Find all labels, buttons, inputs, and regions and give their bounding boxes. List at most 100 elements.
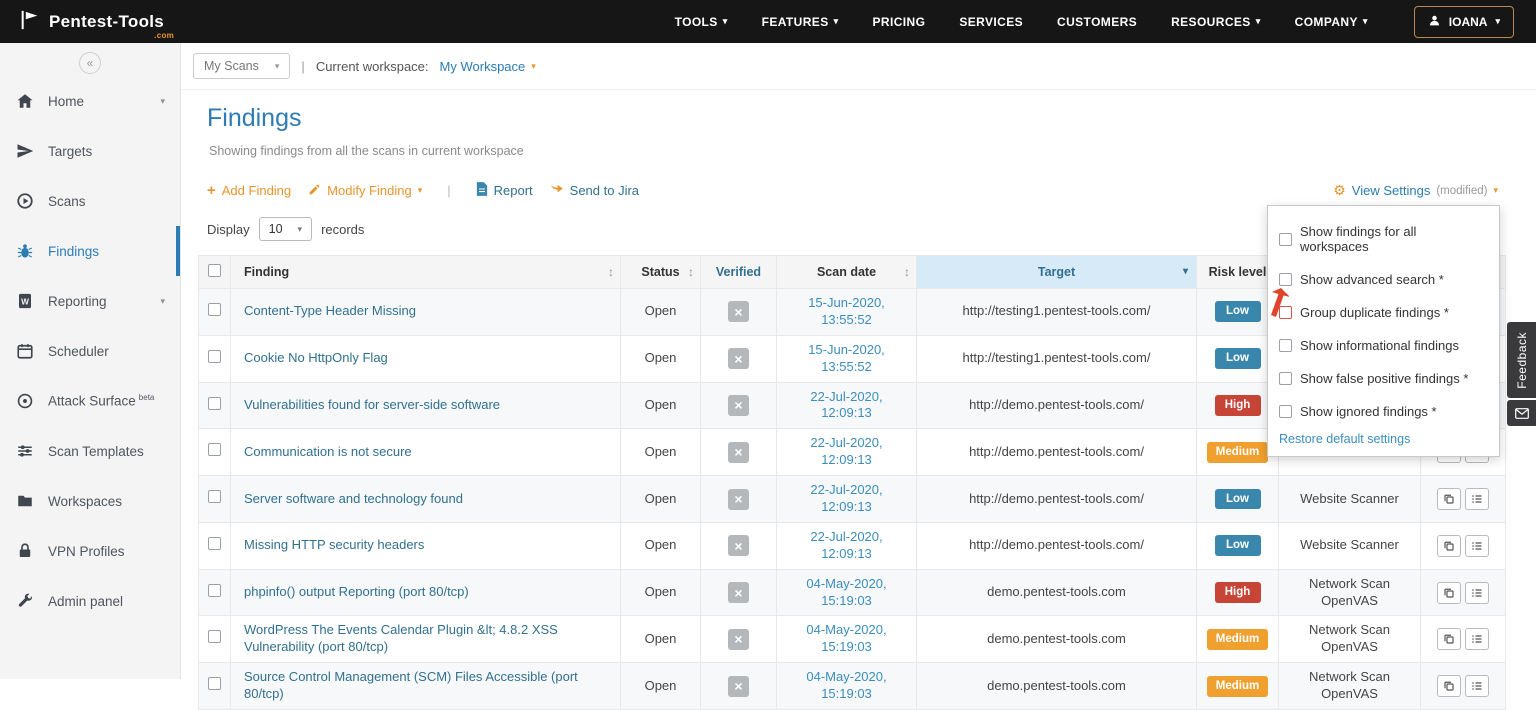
row-checkbox[interactable] (208, 443, 221, 456)
row-checkbox[interactable] (208, 677, 221, 690)
menu-item-show-ignored[interactable]: Show ignored findings * (1279, 395, 1488, 428)
menu-item-resources[interactable]: RESOURCES▾ (1171, 15, 1261, 29)
select-all-checkbox[interactable] (208, 264, 221, 277)
report-button[interactable]: Report (476, 182, 533, 199)
verified-toggle[interactable]: × (728, 629, 749, 650)
sidebar-item-vpn-profiles[interactable]: VPN Profiles (0, 526, 180, 576)
scan-date-link[interactable]: 22-Jul-2020, 12:09:13 (810, 435, 882, 467)
details-list-button[interactable] (1465, 675, 1489, 697)
finding-link[interactable]: Content-Type Header Missing (244, 303, 416, 318)
finding-link[interactable]: Vulnerabilities found for server-side so… (244, 397, 500, 412)
restore-default-settings-link[interactable]: Restore default settings (1279, 432, 1410, 446)
menu-item-show-advanced-search[interactable]: Show advanced search * (1279, 263, 1488, 296)
menu-item-tools[interactable]: TOOLS▾ (675, 15, 728, 29)
row-checkbox[interactable] (208, 397, 221, 410)
finding-link[interactable]: Cookie No HttpOnly Flag (244, 350, 388, 365)
details-list-button[interactable] (1465, 488, 1489, 510)
sidebar-item-scheduler[interactable]: Scheduler (0, 326, 180, 376)
actions-cell (1421, 522, 1506, 569)
scan-date-link[interactable]: 22-Jul-2020, 12:09:13 (810, 389, 882, 421)
sidebar-item-admin-panel[interactable]: Admin panel (0, 576, 180, 626)
scan-date-link[interactable]: 04-May-2020, 15:19:03 (806, 669, 886, 701)
copy-finding-button[interactable] (1437, 628, 1461, 650)
sidebar-item-workspaces[interactable]: Workspaces (0, 476, 180, 526)
row-checkbox[interactable] (208, 490, 221, 503)
scan-date-link[interactable]: 22-Jul-2020, 12:09:13 (810, 482, 882, 514)
chevron-down-icon: ▾ (834, 17, 839, 26)
sidebar-item-reporting[interactable]: W Reporting ▾ (0, 276, 180, 326)
checkbox[interactable] (1279, 306, 1292, 319)
details-list-button[interactable] (1465, 628, 1489, 650)
records-per-page-select[interactable]: 10 ▾ (259, 217, 312, 241)
menu-item-show-false-positive[interactable]: Show false positive findings * (1279, 362, 1488, 395)
copy-finding-button[interactable] (1437, 535, 1461, 557)
finding-cell: Server software and technology found (231, 476, 621, 523)
menu-item-features[interactable]: FEATURES▾ (762, 15, 839, 29)
sidebar-item-attack-surface[interactable]: Attack Surfacebeta (0, 376, 180, 426)
scan-date-link[interactable]: 15-Jun-2020, 13:55:52 (808, 342, 885, 374)
finding-cell: Missing HTTP security headers (231, 522, 621, 569)
row-checkbox[interactable] (208, 537, 221, 550)
sidebar-item-home[interactable]: Home ▾ (0, 76, 180, 126)
row-checkbox[interactable] (208, 350, 221, 363)
pentest-tools-logo[interactable]: Pentest-Tools .com (18, 9, 168, 34)
finding-link[interactable]: Communication is not secure (244, 444, 412, 459)
checkbox[interactable] (1279, 339, 1292, 352)
verified-toggle[interactable]: × (728, 489, 749, 510)
view-settings-button[interactable]: ⚙ View Settings (modified) ▾ (1333, 182, 1498, 199)
sidebar-collapse-button[interactable]: « (79, 52, 101, 74)
verified-toggle[interactable]: × (728, 348, 749, 369)
checkbox[interactable] (1279, 405, 1292, 418)
sidebar-item-scans[interactable]: Scans (0, 176, 180, 226)
row-checkbox[interactable] (208, 630, 221, 643)
verified-cell: × (701, 429, 777, 476)
copy-finding-button[interactable] (1437, 488, 1461, 510)
menu-item-pricing[interactable]: PRICING (873, 15, 926, 29)
scan-date-link[interactable]: 15-Jun-2020, 13:55:52 (808, 295, 885, 327)
finding-link[interactable]: Source Control Management (SCM) Files Ac… (244, 669, 578, 701)
modify-finding-button[interactable]: Modify Finding ▾ (308, 183, 422, 199)
verified-toggle[interactable]: × (728, 395, 749, 416)
scan-date-header[interactable]: Scan date↕ (777, 256, 917, 289)
finding-link[interactable]: Missing HTTP security headers (244, 537, 424, 552)
finding-link[interactable]: Server software and technology found (244, 491, 463, 506)
menu-item-show-informational[interactable]: Show informational findings (1279, 329, 1488, 362)
verified-toggle[interactable]: × (728, 535, 749, 556)
menu-item-services[interactable]: SERVICES (959, 15, 1023, 29)
copy-finding-button[interactable] (1437, 582, 1461, 604)
finding-link[interactable]: WordPress The Events Calendar Plugin &lt… (244, 622, 558, 654)
scan-date-link[interactable]: 22-Jul-2020, 12:09:13 (810, 529, 882, 561)
found-by-cell: Network Scan OpenVAS (1279, 616, 1421, 663)
row-checkbox[interactable] (208, 584, 221, 597)
user-menu-button[interactable]: IOANA ▾ (1414, 6, 1514, 38)
checkbox[interactable] (1279, 372, 1292, 385)
sidebar-item-findings[interactable]: Findings (0, 226, 180, 276)
menu-item-show-all-workspaces[interactable]: Show findings for all workspaces (1279, 215, 1488, 263)
add-finding-button[interactable]: + Add Finding (207, 182, 291, 199)
verified-toggle[interactable]: × (728, 301, 749, 322)
copy-finding-button[interactable] (1437, 675, 1461, 697)
scan-date-link[interactable]: 04-May-2020, 15:19:03 (806, 622, 886, 654)
target-header[interactable]: Target▾ (917, 256, 1197, 289)
status-header[interactable]: Status↕ (621, 256, 701, 289)
checkbox[interactable] (1279, 233, 1292, 246)
sidebar-item-scan-templates[interactable]: Scan Templates (0, 426, 180, 476)
verified-toggle[interactable]: × (728, 582, 749, 603)
checkbox[interactable] (1279, 273, 1292, 286)
menu-item-group-duplicate-findings[interactable]: Group duplicate findings * (1279, 296, 1488, 329)
details-list-button[interactable] (1465, 582, 1489, 604)
menu-item-company[interactable]: COMPANY▾ (1295, 15, 1368, 29)
send-to-jira-button[interactable]: Send to Jira (550, 183, 639, 199)
verified-toggle[interactable]: × (728, 442, 749, 463)
finding-link[interactable]: phpinfo() output Reporting (port 80/tcp) (244, 584, 469, 599)
finding-header[interactable]: Finding↕ (231, 256, 621, 289)
sidebar-item-targets[interactable]: Targets (0, 126, 180, 176)
target-cell: demo.pentest-tools.com (917, 616, 1197, 663)
feedback-tab[interactable]: Feedback (1507, 322, 1536, 426)
details-list-button[interactable] (1465, 535, 1489, 557)
workspace-switcher[interactable]: My Workspace ▾ (440, 59, 536, 74)
row-checkbox[interactable] (208, 303, 221, 316)
menu-item-customers[interactable]: CUSTOMERS (1057, 15, 1137, 29)
my-scans-select[interactable]: My Scans ▾ (193, 53, 290, 79)
scan-date-link[interactable]: 04-May-2020, 15:19:03 (806, 576, 886, 608)
